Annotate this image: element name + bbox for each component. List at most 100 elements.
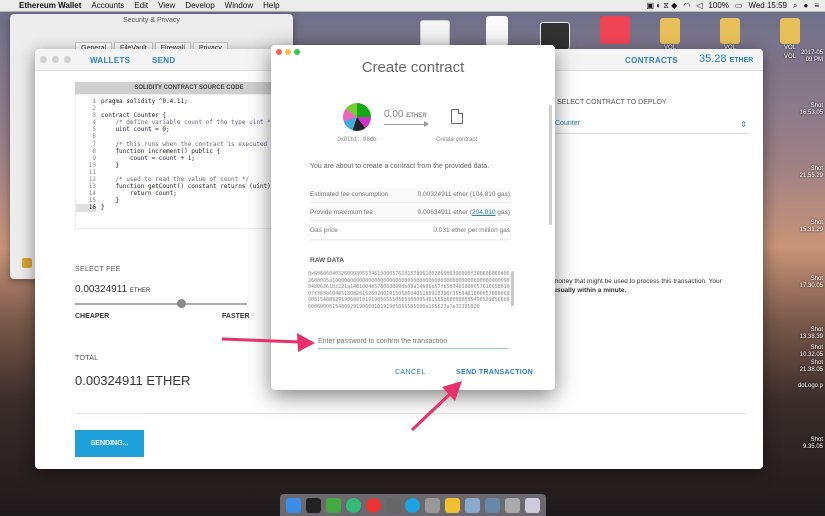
ethereum-icon[interactable] [465, 497, 481, 513]
fee-note-text: money that might be used to process this… [553, 278, 722, 285]
amount-value: 0.00 [384, 109, 404, 120]
window-minimize-button[interactable] [52, 56, 59, 63]
app-icon[interactable] [445, 497, 461, 513]
status-icons[interactable]: ▣ ◐ ⧖ ◆ [646, 1, 677, 11]
max-fee-link[interactable]: 204,810 [472, 209, 496, 216]
line-number: 7 [92, 140, 96, 148]
max-fee-row: Provide maximum fee 0.00634911 ether (20… [310, 206, 510, 221]
folder-icon[interactable] [504, 497, 520, 513]
desktop-app-icon[interactable] [600, 16, 630, 44]
desktop-label: Shot 17.30.05 [799, 276, 823, 289]
desktop-file-icon[interactable] [420, 20, 450, 48]
line-number: 12 [88, 176, 96, 184]
fee-slider-handle[interactable] [177, 299, 187, 308]
desktop-document-icon[interactable] [486, 16, 508, 46]
menu-edit[interactable]: Edit [129, 1, 153, 10]
fee-slider[interactable] [75, 303, 247, 305]
volume-icon[interactable]: ◁ [696, 1, 702, 10]
deploy-select[interactable]: Counter ⇕ [553, 116, 749, 134]
deploy-label: SELECT CONTRACT TO DEPLOY [557, 99, 667, 106]
desktop-volume-icon-3[interactable] [780, 18, 800, 44]
desktop-label: Shot 13.38.39 [799, 327, 823, 340]
app-icon[interactable] [345, 497, 361, 513]
about-text: You are about to create a contract from … [310, 163, 490, 170]
skype-icon[interactable] [405, 497, 421, 513]
code-line: function increment() public { [101, 147, 221, 155]
app-icon[interactable] [484, 497, 500, 513]
line-number: 8 [92, 147, 96, 155]
desktop-label: Shot 21.38.05 [799, 360, 823, 373]
lock-icon[interactable] [22, 258, 32, 268]
balance-value: 35.28 [699, 53, 727, 65]
sending-button[interactable]: SENDING... [75, 430, 144, 457]
nav-contracts[interactable]: CONTRACTS [625, 56, 678, 65]
max-fee-prefix: 0.00634911 ether ( [417, 209, 473, 216]
estimated-fee-row: Estimated fee consumption 0.00324911 eth… [310, 188, 510, 203]
menu-develop[interactable]: Develop [180, 1, 219, 10]
line-number: 3 [92, 112, 96, 120]
desktop-volume-icon-2[interactable] [720, 18, 740, 44]
line-number: 1 [92, 98, 96, 105]
code-line: } [101, 161, 120, 169]
modal-close-button[interactable] [276, 49, 282, 55]
menu-view[interactable]: View [153, 1, 180, 10]
desktop-label: Shot 9.35.05 [802, 437, 823, 450]
divider [75, 413, 747, 414]
cancel-button[interactable]: CANCEL [395, 369, 426, 376]
modal-zoom-button[interactable] [294, 49, 300, 55]
modal-minimize-button[interactable] [285, 49, 291, 55]
desktop-label-vol-4: VOL [784, 54, 797, 60]
notification-icon[interactable]: ≡ [814, 1, 819, 10]
total-label: TOTAL [75, 355, 99, 362]
password-input[interactable] [318, 335, 508, 349]
battery-icon[interactable]: ▭ [735, 1, 743, 10]
menu-app-name[interactable]: Ethereum Wallet [14, 1, 86, 10]
desktop-label: Shot 16.53.05 [799, 103, 823, 116]
desktop-volume-icon-1[interactable] [660, 18, 680, 44]
raw-data[interactable]: 0x60606040526000805534610000576101578061… [304, 271, 516, 321]
raw-data-scrollbar[interactable] [511, 271, 514, 306]
user-icon[interactable]: ● [803, 1, 808, 10]
code-line: /* used to read the value of count */ [101, 176, 250, 184]
search-icon[interactable]: ⌕ [793, 1, 797, 11]
menu-help[interactable]: Help [258, 1, 284, 10]
wifi-icon[interactable]: ◠ [683, 1, 690, 10]
amount-unit: ETHER [406, 113, 427, 119]
nav-wallets[interactable]: WALLETS [90, 56, 130, 65]
dock [280, 494, 546, 516]
cheaper-label: CHEAPER [75, 313, 110, 320]
app-icon[interactable] [425, 497, 441, 513]
code-editor[interactable]: 1 2 3 4 5 6 7 8 9 10 11 12 13 14 15 16 pragma solidity … [75, 94, 303, 229]
finder-icon[interactable] [286, 497, 302, 513]
trash-icon[interactable] [524, 497, 540, 513]
line-numbers: 1 2 3 4 5 6 7 8 9 10 11 12 13 14 15 16 [76, 98, 96, 212]
balance-unit: ETHER [729, 57, 754, 64]
code-editor-header: SOLIDITY CONTRACT SOURCE CODE [75, 82, 303, 94]
window-zoom-button[interactable] [64, 56, 71, 63]
clock[interactable]: Wed 15:59 [748, 1, 787, 10]
max-fee-value: 0.00634911 ether (204,810 gas) [418, 209, 510, 216]
target-label: Create contract [436, 137, 478, 143]
desktop-label: Shot 15.31.29 [799, 220, 823, 233]
app-icon[interactable] [385, 497, 401, 513]
status-area: ▣ ◐ ⧖ ◆ ◠ ◁ 100% ▭ Wed 15:59 ⌕ ● ≡ [646, 1, 825, 11]
menu-accounts[interactable]: Accounts [86, 1, 129, 10]
app-icon[interactable] [326, 497, 342, 513]
code-line: pragma solidity ^0.4.11; [101, 98, 188, 105]
line-number: 10 [88, 161, 96, 169]
gas-price-label: Gas price [310, 227, 338, 234]
terminal-icon[interactable] [306, 497, 322, 513]
window-close-button[interactable] [40, 56, 47, 63]
nav-send[interactable]: SEND [152, 56, 175, 65]
menu-window[interactable]: Window [220, 1, 258, 10]
estimated-fee-label: Estimated fee consumption [310, 191, 389, 198]
line-number: 9 [92, 154, 96, 162]
line-number: 15 [88, 197, 96, 205]
modal-scrollbar[interactable] [549, 105, 552, 225]
send-transaction-button[interactable]: SEND TRANSACTION [456, 369, 533, 376]
code-line: return count; [101, 190, 177, 198]
chrome-icon[interactable] [365, 497, 381, 513]
deploy-selected: Counter [555, 120, 580, 127]
source-code[interactable]: pragma solidity ^0.4.11; contract Counte… [101, 98, 278, 212]
